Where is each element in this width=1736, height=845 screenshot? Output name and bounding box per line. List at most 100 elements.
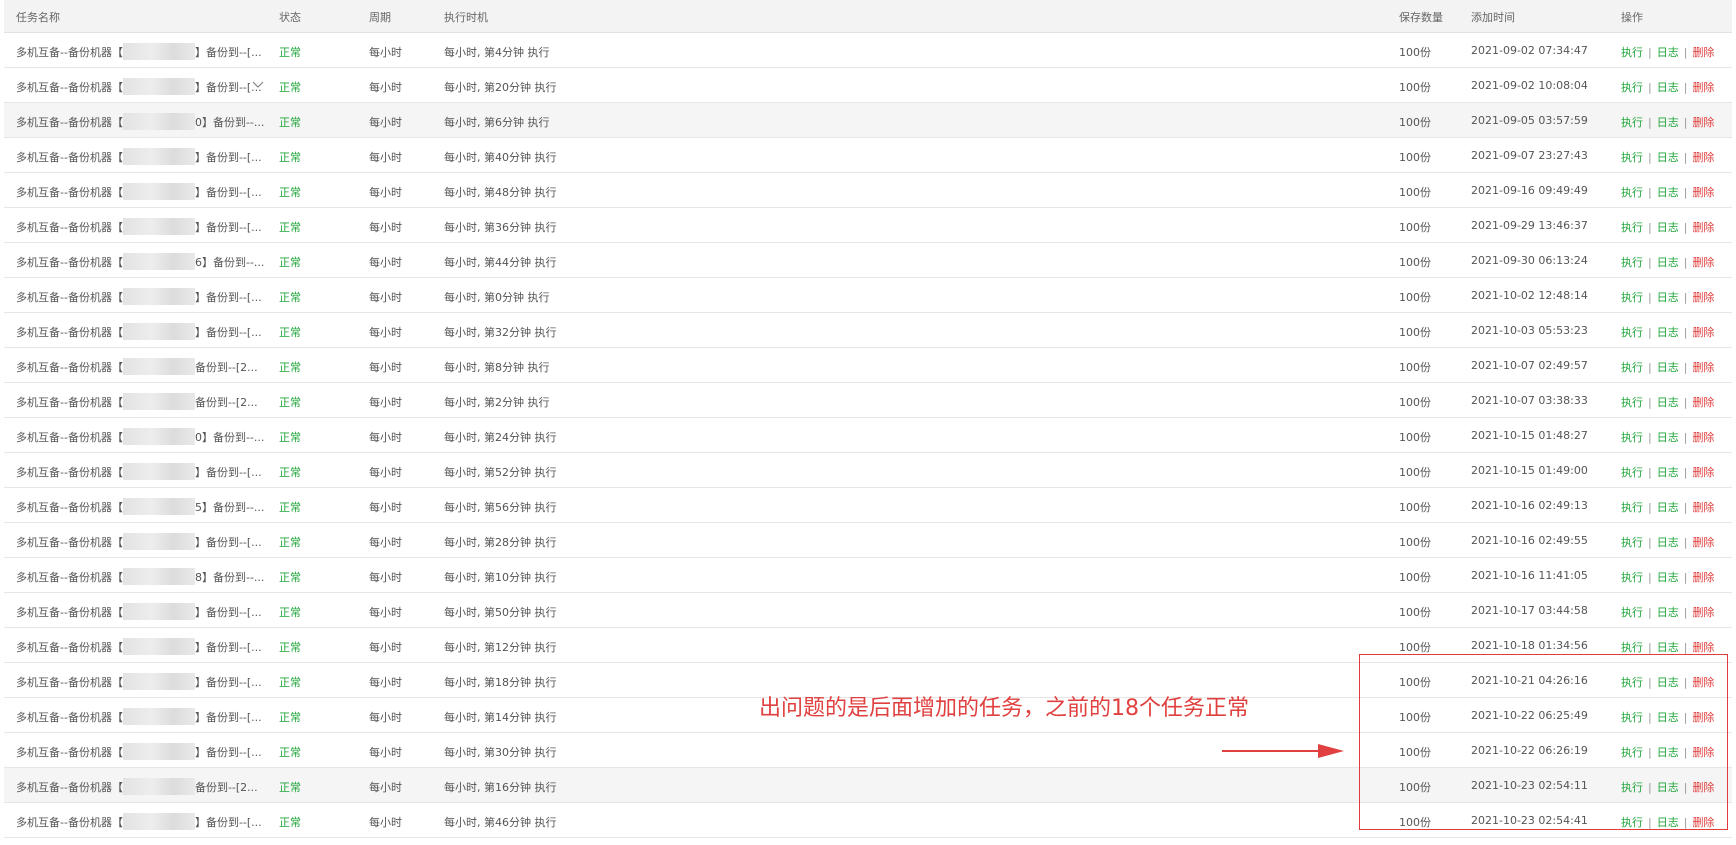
log-button[interactable]: 日志 — [1657, 361, 1679, 374]
status-badge[interactable]: 正常 — [279, 639, 301, 655]
log-button[interactable]: 日志 — [1657, 81, 1679, 94]
log-button[interactable]: 日志 — [1657, 46, 1679, 59]
delete-button[interactable]: 删除 — [1692, 396, 1714, 409]
status-badge[interactable]: 正常 — [279, 114, 301, 130]
status-badge[interactable]: 正常 — [279, 499, 301, 515]
run-button[interactable]: 执行 — [1621, 326, 1643, 339]
delete-button[interactable]: 删除 — [1692, 571, 1714, 584]
status-badge[interactable]: 正常 — [279, 359, 301, 375]
delete-button[interactable]: 删除 — [1692, 186, 1714, 199]
header-status[interactable]: 状态 — [279, 9, 301, 25]
task-name[interactable]: 多机互备--备份机器【 】备份到--[... — [16, 708, 262, 725]
run-button[interactable]: 执行 — [1621, 606, 1643, 619]
delete-button[interactable]: 删除 — [1692, 606, 1714, 619]
status-badge[interactable]: 正常 — [279, 394, 301, 410]
task-name[interactable]: 多机互备--备份机器【 】备份到--[... — [16, 603, 262, 620]
task-name[interactable]: 多机互备--备份机器【 】备份到--[... — [16, 533, 262, 550]
log-button[interactable]: 日志 — [1657, 466, 1679, 479]
task-name[interactable]: 多机互备--备份机器【 】备份到--[... — [16, 148, 262, 165]
chevron-down-icon[interactable] — [252, 78, 264, 90]
header-cycle[interactable]: 周期 — [369, 9, 391, 25]
task-name[interactable]: 多机互备--备份机器【 备份到--[2... — [16, 393, 258, 410]
log-button[interactable]: 日志 — [1657, 186, 1679, 199]
delete-button[interactable]: 删除 — [1692, 46, 1714, 59]
task-name[interactable]: 多机互备--备份机器【 8】备份到--... — [16, 568, 264, 585]
run-button[interactable]: 执行 — [1621, 291, 1643, 304]
header-keep-count[interactable]: 保存数量 — [1399, 9, 1443, 25]
run-button[interactable]: 执行 — [1621, 361, 1643, 374]
run-button[interactable]: 执行 — [1621, 396, 1643, 409]
delete-button[interactable]: 删除 — [1692, 536, 1714, 549]
delete-button[interactable]: 删除 — [1692, 326, 1714, 339]
task-name[interactable]: 多机互备--备份机器【 】备份到--[... — [16, 743, 262, 760]
task-name[interactable]: 多机互备--备份机器【 】备份到--[... — [16, 288, 262, 305]
run-button[interactable]: 执行 — [1621, 466, 1643, 479]
status-badge[interactable]: 正常 — [279, 464, 301, 480]
header-task-name[interactable]: 任务名称 — [16, 9, 60, 25]
status-badge[interactable]: 正常 — [279, 674, 301, 690]
log-button[interactable]: 日志 — [1657, 256, 1679, 269]
header-add-time[interactable]: 添加时间 — [1471, 9, 1515, 25]
task-name[interactable]: 多机互备--备份机器【 】备份到--[... — [16, 638, 262, 655]
log-button[interactable]: 日志 — [1657, 221, 1679, 234]
delete-button[interactable]: 删除 — [1692, 431, 1714, 444]
log-button[interactable]: 日志 — [1657, 606, 1679, 619]
task-name[interactable]: 多机互备--备份机器【 】备份到--[... — [16, 673, 262, 690]
log-button[interactable]: 日志 — [1657, 536, 1679, 549]
delete-button[interactable]: 删除 — [1692, 81, 1714, 94]
task-name[interactable]: 多机互备--备份机器【 0】备份到--... — [16, 113, 264, 130]
log-button[interactable]: 日志 — [1657, 326, 1679, 339]
task-name[interactable]: 多机互备--备份机器【 】备份到--[... — [16, 218, 262, 235]
log-button[interactable]: 日志 — [1657, 571, 1679, 584]
task-name[interactable]: 多机互备--备份机器【 0】备份到--... — [16, 428, 264, 445]
status-badge[interactable]: 正常 — [279, 534, 301, 550]
status-badge[interactable]: 正常 — [279, 254, 301, 270]
run-button[interactable]: 执行 — [1621, 81, 1643, 94]
log-button[interactable]: 日志 — [1657, 151, 1679, 164]
task-name[interactable]: 多机互备--备份机器【 】备份到--[... — [16, 323, 262, 340]
status-badge[interactable]: 正常 — [279, 429, 301, 445]
task-name[interactable]: 多机互备--备份机器【 】备份到--[... — [16, 43, 262, 60]
run-button[interactable]: 执行 — [1621, 536, 1643, 549]
run-button[interactable]: 执行 — [1621, 186, 1643, 199]
delete-button[interactable]: 删除 — [1692, 641, 1714, 654]
status-badge[interactable]: 正常 — [279, 779, 301, 795]
status-badge[interactable]: 正常 — [279, 814, 301, 830]
delete-button[interactable]: 删除 — [1692, 256, 1714, 269]
delete-button[interactable]: 删除 — [1692, 151, 1714, 164]
log-button[interactable]: 日志 — [1657, 641, 1679, 654]
run-button[interactable]: 执行 — [1621, 501, 1643, 514]
delete-button[interactable]: 删除 — [1692, 291, 1714, 304]
task-name[interactable]: 多机互备--备份机器【 】备份到--[... — [16, 78, 262, 95]
status-badge[interactable]: 正常 — [279, 744, 301, 760]
run-button[interactable]: 执行 — [1621, 46, 1643, 59]
log-button[interactable]: 日志 — [1657, 291, 1679, 304]
run-button[interactable]: 执行 — [1621, 571, 1643, 584]
log-button[interactable]: 日志 — [1657, 501, 1679, 514]
delete-button[interactable]: 删除 — [1692, 501, 1714, 514]
status-badge[interactable]: 正常 — [279, 569, 301, 585]
delete-button[interactable]: 删除 — [1692, 116, 1714, 129]
run-button[interactable]: 执行 — [1621, 256, 1643, 269]
delete-button[interactable]: 删除 — [1692, 221, 1714, 234]
delete-button[interactable]: 删除 — [1692, 466, 1714, 479]
log-button[interactable]: 日志 — [1657, 396, 1679, 409]
status-badge[interactable]: 正常 — [279, 149, 301, 165]
status-badge[interactable]: 正常 — [279, 79, 301, 95]
task-name[interactable]: 多机互备--备份机器【 备份到--[2... — [16, 778, 258, 795]
status-badge[interactable]: 正常 — [279, 44, 301, 60]
log-button[interactable]: 日志 — [1657, 431, 1679, 444]
delete-button[interactable]: 删除 — [1692, 361, 1714, 374]
run-button[interactable]: 执行 — [1621, 151, 1643, 164]
status-badge[interactable]: 正常 — [279, 289, 301, 305]
task-name[interactable]: 多机互备--备份机器【 5】备份到--... — [16, 498, 264, 515]
task-name[interactable]: 多机互备--备份机器【 备份到--[2... — [16, 358, 258, 375]
run-button[interactable]: 执行 — [1621, 641, 1643, 654]
header-exec-time[interactable]: 执行时机 — [444, 9, 488, 25]
status-badge[interactable]: 正常 — [279, 604, 301, 620]
run-button[interactable]: 执行 — [1621, 116, 1643, 129]
status-badge[interactable]: 正常 — [279, 184, 301, 200]
status-badge[interactable]: 正常 — [279, 324, 301, 340]
log-button[interactable]: 日志 — [1657, 116, 1679, 129]
task-name[interactable]: 多机互备--备份机器【 】备份到--[... — [16, 463, 262, 480]
